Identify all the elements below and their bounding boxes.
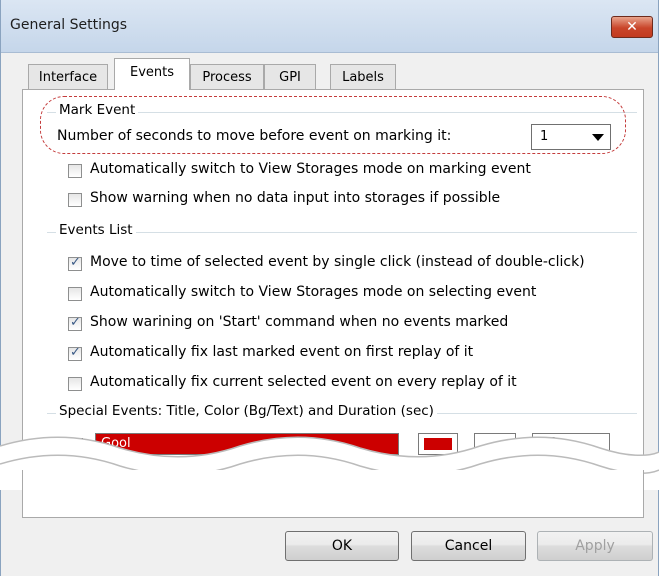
option-label: Show warning when no data input into sto…	[90, 190, 501, 206]
close-button[interactable]: ✕	[611, 16, 653, 38]
panel-bottom	[22, 470, 644, 518]
window-title: General Settings	[10, 17, 128, 33]
tab-gpi[interactable]: GPI	[264, 64, 316, 89]
checkbox-show-warning-storages[interactable]	[68, 193, 82, 207]
close-icon: ✕	[626, 19, 638, 35]
checkbox-single-click[interactable]	[68, 255, 82, 271]
tab-labels[interactable]: Labels	[330, 64, 396, 89]
tab-process[interactable]: Process	[190, 64, 264, 89]
title-bar: General Settings ✕	[1, 0, 658, 53]
checkbox-auto-switch-marking[interactable]	[68, 164, 82, 178]
option-label: Automatically switch to View Storages mo…	[90, 284, 537, 300]
option-label: Automatically fix current selected event…	[90, 374, 517, 390]
apply-button[interactable]: Apply	[537, 531, 653, 561]
special-events-group-title: Special Events: Title, Color (Bg/Text) a…	[56, 403, 437, 419]
ok-button[interactable]: OK	[285, 531, 399, 561]
checkbox-fix-current-selected[interactable]	[68, 377, 82, 391]
checkbox-start-warning[interactable]	[68, 315, 82, 331]
checkbox-fix-last-marked[interactable]	[68, 345, 82, 361]
option-label: Show warining on 'Start' command when no…	[90, 314, 509, 330]
annotation-highlight	[40, 96, 626, 154]
tab-interface[interactable]: Interface	[28, 64, 108, 89]
checkbox-auto-switch-selecting[interactable]	[68, 287, 82, 301]
cancel-button[interactable]: Cancel	[411, 531, 526, 561]
option-label: Automatically switch to View Storages mo…	[90, 161, 531, 177]
events-list-group-title: Events List	[56, 222, 136, 238]
option-label: Automatically fix last marked event on f…	[90, 344, 474, 360]
option-label: Move to time of selected event by single…	[90, 254, 585, 270]
tab-events[interactable]: Events	[114, 58, 190, 90]
